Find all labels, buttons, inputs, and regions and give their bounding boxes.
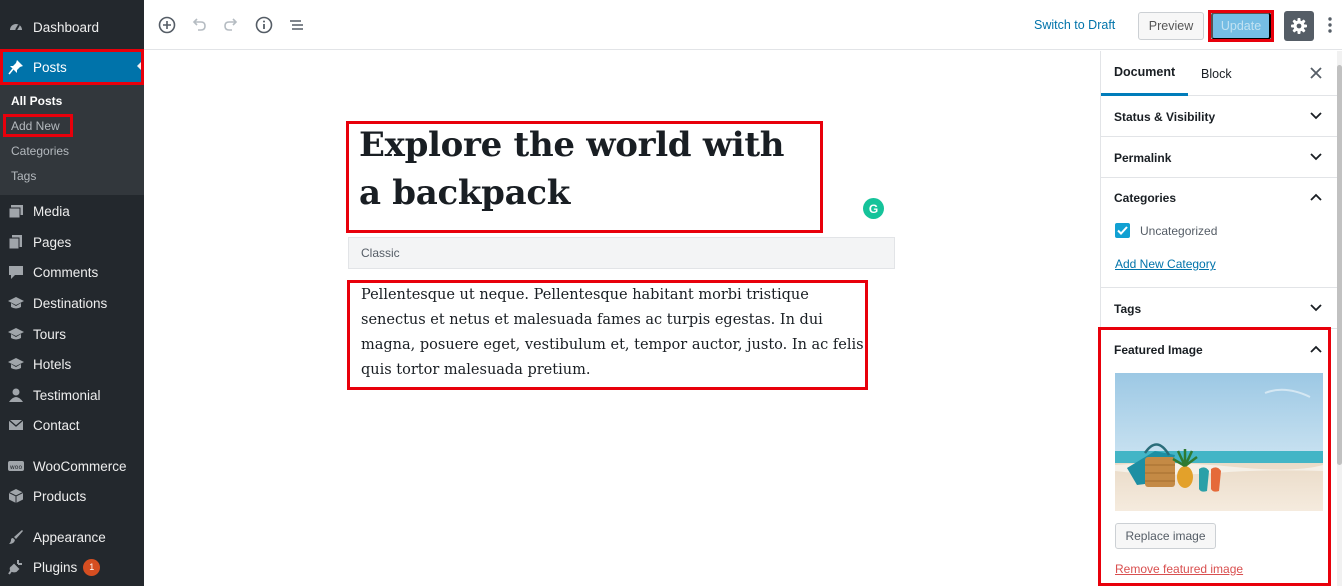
dashboard-icon [8,19,24,35]
switch-to-draft-link[interactable]: Switch to Draft [1034,18,1115,32]
chevron-down-icon[interactable] [1308,108,1324,124]
category-uncategorized-checkbox[interactable] [1115,223,1130,238]
featured-image-toggle[interactable]: Featured Image [1114,343,1203,357]
pin-icon [8,59,24,75]
chevron-up-icon[interactable] [1308,341,1324,357]
more-options-icon[interactable] [1322,14,1338,36]
person-icon [8,387,24,403]
chevron-down-icon[interactable] [1308,149,1324,165]
graduation-cap-icon [8,326,24,342]
pages-icon [8,234,24,250]
sidebar-item-posts[interactable]: Posts [0,51,144,83]
scrollbar-thumb[interactable] [1337,65,1342,465]
submenu-categories[interactable]: Categories [11,144,69,158]
editor-toolbar: Switch to Draft Preview Update [144,0,1342,50]
classic-block-label: Classic [361,246,400,260]
sidebar-item-woocommerce[interactable]: woo WooCommerce [0,451,144,481]
post-title-input[interactable]: Explore the world with a backpack [359,121,799,217]
tags-toggle[interactable]: Tags [1114,302,1141,316]
permalink-toggle[interactable]: Permalink [1114,151,1171,165]
panel-tabs: Document Block [1101,51,1337,96]
sidebar-item-plugins[interactable]: Plugins 1 [0,552,144,582]
sidebar-item-label: Products [33,488,87,504]
sidebar-item-label: Appearance [33,529,106,545]
classic-block-toolbar[interactable]: Classic [348,237,895,269]
undo-icon[interactable] [189,15,209,35]
status-visibility-toggle[interactable]: Status & Visibility [1114,110,1215,124]
sidebar-item-label: Hotels [33,356,72,372]
box-icon [8,488,24,504]
featured-image-thumbnail[interactable] [1115,373,1323,511]
post-content-paragraph[interactable]: Pellentesque ut neque. Pellentesque habi… [361,283,866,383]
tab-document[interactable]: Document [1101,51,1189,96]
chevron-up-icon[interactable] [1308,189,1324,205]
svg-text:woo: woo [10,464,23,471]
sidebar-item-pages[interactable]: Pages [0,227,144,257]
current-menu-caret [137,61,142,71]
close-icon[interactable] [1307,64,1325,82]
graduation-cap-icon [8,356,24,372]
gear-icon [1291,18,1307,34]
submenu-tags[interactable]: Tags [11,169,36,183]
media-icon [8,203,24,219]
sidebar-item-label: Pages [33,234,72,250]
woo-icon: woo [8,458,24,474]
tags-section: Tags [1101,288,1337,329]
update-button[interactable]: Update [1211,12,1271,40]
add-block-icon[interactable] [157,15,177,35]
paintbrush-icon [8,529,24,545]
add-new-category-link[interactable]: Add New Category [1115,257,1216,271]
sidebar-item-label: Contact [33,417,80,433]
sidebar-item-testimonial[interactable]: Testimonial [0,380,144,410]
sidebar-item-destinations[interactable]: Destinations [0,288,144,318]
sidebar-item-label: Plugins [33,559,78,575]
graduation-cap-icon [8,295,24,311]
posts-submenu: All Posts Add New Categories Tags [0,85,144,195]
admin-sidebar: Dashboard Posts All Posts Add New Catego… [0,0,144,586]
sidebar-item-label: Testimonial [33,387,101,403]
comments-icon [8,264,24,280]
sidebar-item-hotels[interactable]: Hotels [0,349,144,379]
submenu-all-posts[interactable]: All Posts [11,94,62,108]
tab-block[interactable]: Block [1201,51,1232,96]
sidebar-item-dashboard[interactable]: Dashboard [0,12,144,42]
envelope-icon [8,417,24,433]
preview-button[interactable]: Preview [1138,12,1204,40]
plug-icon [8,559,24,575]
panel-scrollbar[interactable] [1337,51,1342,586]
grammarly-icon[interactable]: G [863,198,884,219]
editor-canvas: Explore the world with a backpack G Clas… [144,51,1100,586]
settings-button[interactable] [1284,11,1314,41]
document-settings-panel: Document Block Status & Visibility Perma… [1100,51,1337,586]
block-navigation-icon[interactable] [286,15,306,35]
categories-section: Categories [1101,178,1337,288]
submenu-add-new[interactable]: Add New [11,119,60,133]
permalink-section: Permalink [1101,137,1337,178]
status-visibility-section: Status & Visibility [1101,96,1337,137]
sidebar-item-label: Posts [33,59,67,75]
categories-toggle[interactable]: Categories [1114,191,1176,205]
sidebar-item-appearance[interactable]: Appearance [0,522,144,552]
sidebar-item-label: Destinations [33,295,108,311]
sidebar-item-contact[interactable]: Contact [0,410,144,440]
check-icon [1117,226,1128,235]
category-uncategorized-label: Uncategorized [1140,224,1218,238]
sidebar-item-label: WooCommerce [33,458,127,474]
sidebar-item-label: Media [33,203,70,219]
sidebar-item-products[interactable]: Products [0,481,144,511]
sidebar-item-comments[interactable]: Comments [0,257,144,287]
sidebar-item-media[interactable]: Media [0,196,144,226]
remove-featured-image-link[interactable]: Remove featured image [1115,562,1243,576]
redo-icon[interactable] [221,15,241,35]
sidebar-item-label: Tours [33,326,67,342]
chevron-down-icon[interactable] [1308,300,1324,316]
sidebar-item-label: Comments [33,264,99,280]
editor-screen: Dashboard Posts All Posts Add New Catego… [0,0,1342,586]
replace-image-button[interactable]: Replace image [1115,523,1216,549]
sidebar-item-label: Dashboard [33,19,100,35]
update-count-badge: 1 [83,558,101,576]
info-icon[interactable] [254,15,274,35]
sidebar-item-tours[interactable]: Tours [0,319,144,349]
